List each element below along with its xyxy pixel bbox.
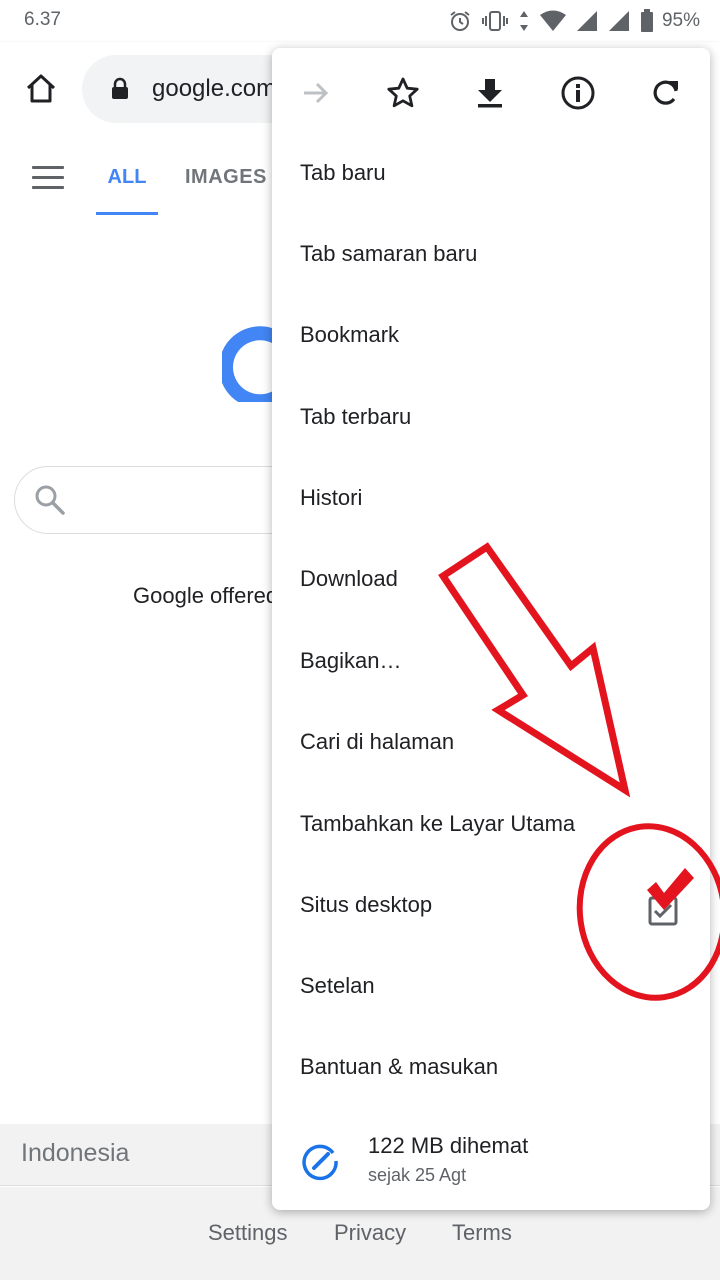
forward-button[interactable] <box>293 70 339 116</box>
menu-item-downloads[interactable]: Download <box>272 538 710 619</box>
menu-item-settings[interactable]: Setelan <box>272 945 710 1026</box>
home-button[interactable] <box>18 66 64 112</box>
menu-item-recent-tabs[interactable]: Tab terbaru <box>272 376 710 457</box>
overflow-menu: Tab baru Tab samaran baru Bookmark Tab t… <box>272 48 710 1210</box>
lock-icon <box>112 77 128 99</box>
menu-item-find-in-page[interactable]: Cari di halaman <box>272 701 710 782</box>
footer-link-terms[interactable]: Terms <box>452 1220 512 1246</box>
home-icon <box>26 74 56 103</box>
google-offered-text: Google offered <box>133 583 279 608</box>
data-arrows-icon <box>519 11 528 31</box>
menu-item-help-feedback[interactable]: Bantuan & masukan <box>272 1026 710 1107</box>
tab-all-underline <box>96 212 158 215</box>
tab-images[interactable]: IMAGES <box>185 166 267 189</box>
tab-all[interactable]: ALL <box>96 138 158 218</box>
bookmark-star-icon <box>387 77 419 108</box>
battery-percent: 95% <box>661 10 700 31</box>
search-icon <box>35 485 65 515</box>
download-page-button[interactable] <box>467 70 513 116</box>
menu-item-share[interactable]: Bagikan… <box>272 620 710 701</box>
data-saver-summary[interactable]: 122 MB dihemat sejak 25 Agt <box>272 1121 710 1201</box>
menu-item-desktop-site[interactable]: Situs desktop <box>272 864 710 945</box>
footer-country-label: Indonesia <box>21 1139 130 1167</box>
info-icon <box>561 76 595 110</box>
data-saver-subtitle: sejak 25 Agt <box>368 1165 467 1185</box>
menu-item-new-incognito-tab[interactable]: Tab samaran baru <box>272 213 710 294</box>
signal-icon <box>576 11 597 31</box>
footer-link-privacy[interactable]: Privacy <box>334 1220 406 1246</box>
signal-icon <box>608 11 629 31</box>
reload-button[interactable] <box>643 70 689 116</box>
status-icons: 95% <box>448 6 700 36</box>
status-time: 6.37 <box>24 9 61 30</box>
desktop-site-checkbox-icon[interactable] <box>648 896 678 926</box>
footer-link-settings[interactable]: Settings <box>208 1220 288 1246</box>
menu-item-bookmarks[interactable]: Bookmark <box>272 294 710 375</box>
wifi-icon <box>539 10 566 31</box>
battery-icon <box>640 9 653 32</box>
hamburger-menu-icon[interactable] <box>32 166 64 190</box>
menu-item-history[interactable]: Histori <box>272 457 710 538</box>
menu-item-new-tab[interactable]: Tab baru <box>272 132 710 213</box>
menu-item-add-to-home-screen[interactable]: Tambahkan ke Layar Utama <box>272 783 710 864</box>
data-saver-title: 122 MB dihemat <box>368 1133 529 1158</box>
forward-icon <box>304 82 329 104</box>
data-saver-gauge-icon <box>302 1144 338 1181</box>
menu-icon-row <box>272 48 710 138</box>
bookmark-star-button[interactable] <box>380 70 426 116</box>
download-icon <box>478 79 502 108</box>
alarm-icon <box>450 11 470 31</box>
vibrate-icon <box>481 11 508 31</box>
url-text: google.com <box>152 75 277 102</box>
reload-icon <box>653 80 678 105</box>
page-info-button[interactable] <box>555 70 601 116</box>
status-bar: 6.37 95% <box>0 0 720 42</box>
